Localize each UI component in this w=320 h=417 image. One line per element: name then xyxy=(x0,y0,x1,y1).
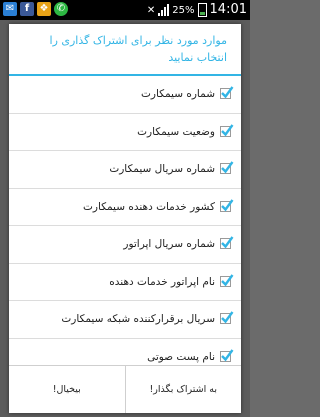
option-label: وضعیت سیمکارت xyxy=(137,125,215,138)
status-bar: ✉ f ❖ ✆ ✕ 25% 14:01 xyxy=(0,0,250,20)
share-dialog: موارد مورد نظر برای اشتراک گذاری را انتخ… xyxy=(9,24,241,413)
checkmark-icon xyxy=(221,161,234,174)
option-label: شماره سیمکارت xyxy=(141,88,215,100)
whatsapp-icon: ✆ xyxy=(54,2,68,16)
option-label: نام اپراتور خدمات دهنده xyxy=(109,275,215,288)
checkbox[interactable] xyxy=(220,348,234,362)
option-label: سریال برقرارکننده شبکه سیمکارت xyxy=(61,313,215,325)
checkbox[interactable] xyxy=(220,86,234,99)
option-label: شماره سریال اپراتور xyxy=(123,238,215,250)
notification-icons: ✉ f ❖ ✆ xyxy=(3,2,68,16)
battery-icon xyxy=(197,3,207,17)
signal-icon xyxy=(158,4,170,16)
option-item-sim-status[interactable]: وضعیت سیمکارت xyxy=(9,114,241,151)
checkmark-icon xyxy=(221,311,234,324)
mute-icon: ✕ xyxy=(146,4,156,16)
checkbox[interactable] xyxy=(220,273,234,287)
checkmark-icon xyxy=(221,198,234,211)
status-right: ✕ 25% 14:01 xyxy=(147,3,247,17)
mail-icon: ✉ xyxy=(3,2,17,16)
checkbox[interactable] xyxy=(220,123,234,137)
clock: 14:01 xyxy=(209,2,247,17)
checkbox[interactable] xyxy=(220,161,234,174)
battery-percent: 25% xyxy=(172,4,195,16)
checkmark-icon xyxy=(221,236,234,249)
gift-icon: ❖ xyxy=(37,2,51,16)
option-item-operator-serial[interactable]: شماره سریال اپراتور xyxy=(9,226,241,264)
option-item-sim-serial[interactable]: شماره سریال سیمکارت xyxy=(9,151,241,189)
checkmark-icon xyxy=(221,123,234,136)
option-label: کشور خدمات دهنده سیمکارت xyxy=(83,200,215,213)
option-item-sim-country[interactable]: کشور خدمات دهنده سیمکارت xyxy=(9,189,241,226)
option-list: شماره سیمکارت وضعیت سیمکارت شماره سریال … xyxy=(9,76,241,376)
dialog-button-bar: بیخیال! به اشتراک بگذار! xyxy=(9,365,241,413)
option-item-network-serial[interactable]: سریال برقرارکننده شبکه سیمکارت xyxy=(9,301,241,339)
share-button[interactable]: به اشتراک بگذار! xyxy=(124,366,242,413)
checkbox[interactable] xyxy=(220,236,234,249)
option-item-operator-name[interactable]: نام اپراتور خدمات دهنده xyxy=(9,264,241,301)
cancel-button[interactable]: بیخیال! xyxy=(9,366,125,413)
facebook-icon: f xyxy=(20,2,34,16)
checkmark-icon xyxy=(221,273,234,286)
dialog-title: موارد مورد نظر برای اشتراک گذاری را انتخ… xyxy=(49,34,227,64)
checkmark-icon xyxy=(221,86,234,99)
checkbox[interactable] xyxy=(220,311,234,324)
option-label: شماره سریال سیمکارت xyxy=(109,163,215,175)
checkmark-icon xyxy=(221,348,234,361)
option-item-sim-number[interactable]: شماره سیمکارت xyxy=(9,76,241,114)
checkbox[interactable] xyxy=(220,198,234,212)
